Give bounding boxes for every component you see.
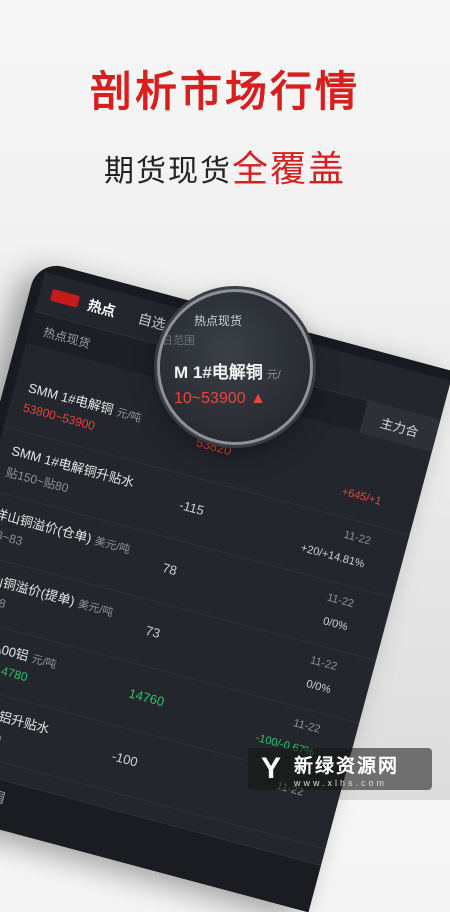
quote-unit	[51, 726, 54, 738]
quote-unit: 美元/吨	[76, 598, 115, 620]
subtab-hot-spot[interactable]: 热点现货	[42, 323, 93, 352]
quote-date: 11-22	[325, 591, 356, 611]
watermark-logo-icon: Y	[260, 752, 281, 785]
watermark-text: 新绿资源网 www.xlhs.com	[294, 751, 399, 788]
quote-range: 73~83	[0, 526, 25, 549]
lens-product-name: M 1#电解铜 元/	[174, 358, 281, 383]
quote-price: 78	[160, 560, 179, 579]
up-arrow-icon: ▲	[250, 390, 266, 407]
quote-change: +645/+1	[340, 485, 383, 508]
quote-price: 73	[143, 622, 162, 642]
quote-name-text: SMM A00铝	[0, 631, 31, 664]
quote-change: 0/0%	[304, 678, 333, 697]
quote-date: 11-22	[342, 528, 372, 548]
quote-unit: 美元/吨	[93, 535, 132, 557]
lens-unit: 元/	[266, 369, 281, 381]
watermark: Y 新绿资源网 www.xlhs.com	[248, 748, 432, 790]
lens-range-label: 日范围	[162, 335, 195, 347]
quote-date: 11-22	[308, 654, 339, 674]
headline-main: 剖析市场行情	[89, 68, 360, 115]
quote-price: 14760	[127, 685, 166, 710]
headline-sub-accent: 全覆盖	[231, 148, 346, 189]
quote-price: -115	[177, 497, 206, 519]
watermark-cn: 新绿资源网	[294, 755, 400, 777]
quote-unit: 元/吨	[115, 406, 143, 425]
lens-product-name-text: M 1#电解铜	[174, 363, 263, 382]
quote-change: 0/0%	[321, 615, 349, 634]
magnifier-lens: 热点现货 日范围 M 1#电解铜 元/ 10~53900 ▲	[160, 292, 310, 442]
headline-sub-prefix: 期货现货	[103, 155, 232, 188]
lens-price-range-text: 10~53900	[174, 390, 246, 407]
quote-price: -100	[110, 748, 140, 770]
quote-change: +20/+14.81%	[299, 542, 366, 571]
headline-sub: 期货现货全覆盖	[0, 140, 450, 192]
watermark-en: www.xlhs.com	[294, 777, 388, 788]
lens-subtab: 热点现货	[194, 314, 243, 328]
quote-unit	[136, 480, 139, 492]
quote-date: 11-22	[292, 717, 322, 736]
app-logo-icon	[49, 288, 81, 308]
tab-hot[interactable]: 热点	[86, 295, 118, 322]
quote-unit: 元/吨	[30, 653, 58, 672]
lens-price-range: 10~53900 ▲	[174, 390, 266, 408]
tab-watchlist[interactable]: 自选	[136, 308, 168, 335]
